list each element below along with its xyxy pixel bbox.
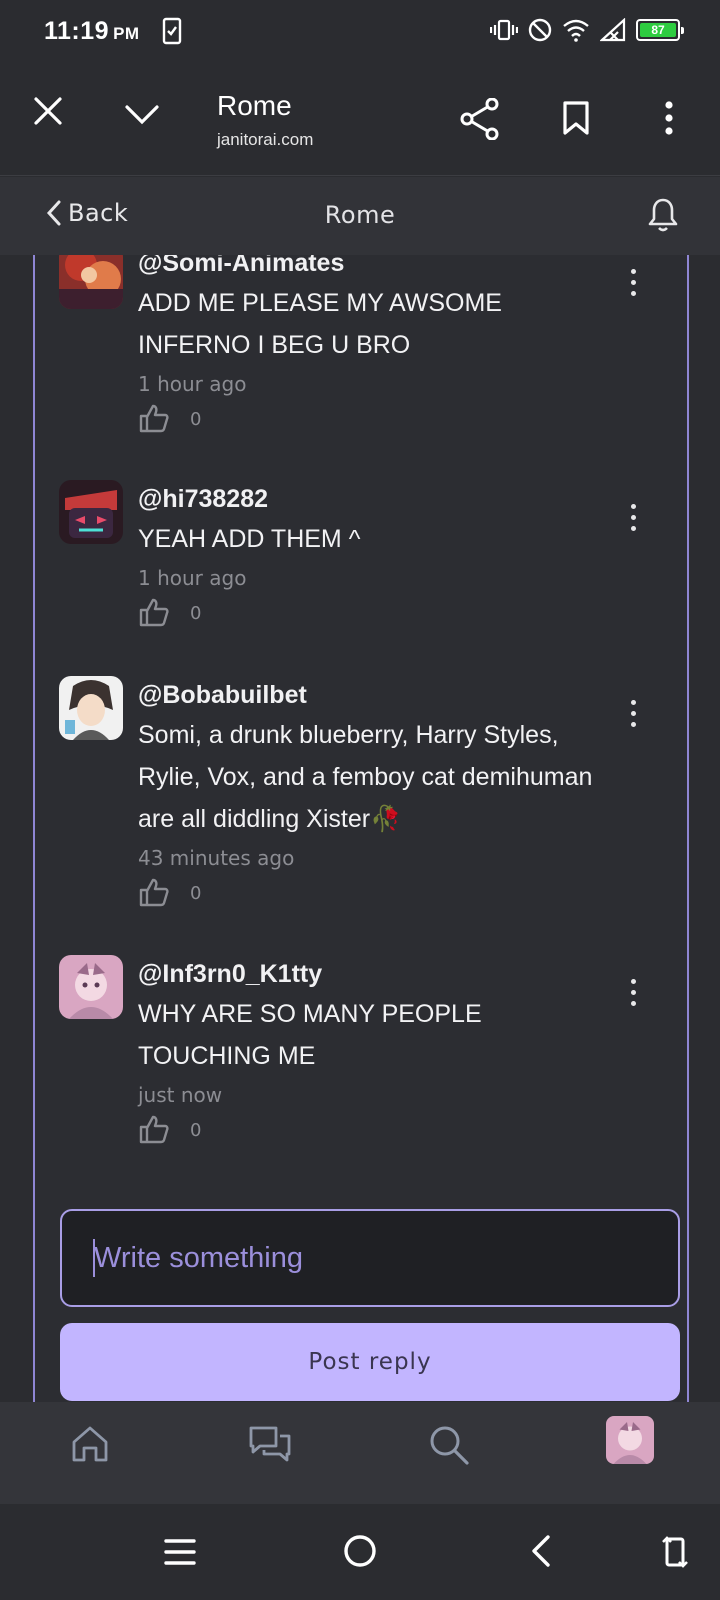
post-reply-button[interactable]: Post reply xyxy=(60,1323,680,1401)
browser-page-title[interactable]: Rome xyxy=(217,90,292,122)
avatar[interactable] xyxy=(59,255,123,309)
status-bar: 11:19 PM 87 xyxy=(0,0,720,66)
avatar[interactable] xyxy=(59,955,123,1019)
menu-icon[interactable] xyxy=(164,1538,196,1566)
battery-icon: 87 xyxy=(636,19,684,41)
chat-icon[interactable] xyxy=(248,1424,292,1464)
thumbs-up-icon[interactable] xyxy=(138,403,170,433)
bookmark-icon[interactable] xyxy=(562,100,590,136)
comment-more-icon[interactable] xyxy=(627,504,639,531)
phone-check-icon xyxy=(162,17,182,45)
signal-icon xyxy=(600,18,626,42)
profile-avatar[interactable] xyxy=(606,1416,654,1464)
battery-level: 87 xyxy=(640,23,676,37)
browser-toolbar: Rome janitorai.com xyxy=(0,66,720,176)
comment-username[interactable]: @Somi-Animates xyxy=(138,255,344,278)
comment-timestamp: 43 minutes ago xyxy=(138,846,295,870)
home-circle-icon[interactable] xyxy=(343,1534,377,1568)
status-icons: 87 xyxy=(490,18,684,42)
wifi-icon xyxy=(563,19,589,42)
app-header: Back Rome xyxy=(0,177,720,255)
comment-more-icon[interactable] xyxy=(627,269,639,296)
thumbs-up-icon[interactable] xyxy=(138,1114,170,1144)
avatar[interactable] xyxy=(59,676,123,740)
avatar[interactable] xyxy=(59,480,123,544)
do-not-disturb-icon xyxy=(528,18,552,42)
back-button[interactable]: Back xyxy=(46,199,128,227)
thumbs-up-icon[interactable] xyxy=(138,597,170,627)
thumbs-up-icon[interactable] xyxy=(138,877,170,907)
search-icon[interactable] xyxy=(428,1424,470,1466)
home-icon[interactable] xyxy=(70,1424,110,1464)
like-count: 0 xyxy=(190,603,202,624)
browser-url[interactable]: janitorai.com xyxy=(217,130,313,150)
comment-timestamp: just now xyxy=(138,1083,223,1107)
comment-text: YEAH ADD THEM ^ xyxy=(138,525,361,553)
vibrate-icon xyxy=(490,19,518,41)
text-cursor xyxy=(93,1239,95,1277)
comment-username[interactable]: @Inf3rn0_K1tty xyxy=(138,960,322,989)
share-icon[interactable] xyxy=(460,98,500,140)
comment-more-icon[interactable] xyxy=(627,979,639,1006)
chevron-left-icon xyxy=(46,200,61,226)
bell-icon[interactable] xyxy=(648,197,678,233)
like-count: 0 xyxy=(190,883,202,904)
system-nav-bar xyxy=(0,1504,720,1600)
more-vert-icon[interactable] xyxy=(664,100,674,136)
comment-more-icon[interactable] xyxy=(627,700,639,727)
comment-timestamp: 1 hour ago xyxy=(138,566,247,590)
comment-timestamp: 1 hour ago xyxy=(138,372,247,396)
back-label: Back xyxy=(68,199,129,227)
chevron-down-icon[interactable] xyxy=(124,104,160,126)
app-bottom-nav xyxy=(0,1402,720,1504)
comment-text: ADD ME PLEASE MY AWSOME INFERNO I BEG U … xyxy=(138,289,502,359)
like-count: 0 xyxy=(190,1120,202,1141)
rotate-icon[interactable] xyxy=(662,1534,688,1570)
comment-username[interactable]: @hi738282 xyxy=(138,485,268,514)
comment-text: WHY ARE SO MANY PEOPLE TOUCHING ME xyxy=(138,1000,482,1070)
close-icon[interactable] xyxy=(33,96,63,126)
comment-text: Somi, a drunk blueberry, Harry Styles, R… xyxy=(138,721,593,833)
back-nav-icon[interactable] xyxy=(530,1534,552,1568)
status-time: 11:19 PM xyxy=(44,17,140,45)
comment-thread[interactable]: @Somi-Animates ADD ME PLEASE MY AWSOME I… xyxy=(33,255,689,1402)
comment-username[interactable]: @Bobabuilbet xyxy=(138,681,307,710)
reply-input[interactable] xyxy=(60,1209,680,1307)
like-count: 0 xyxy=(190,409,202,430)
